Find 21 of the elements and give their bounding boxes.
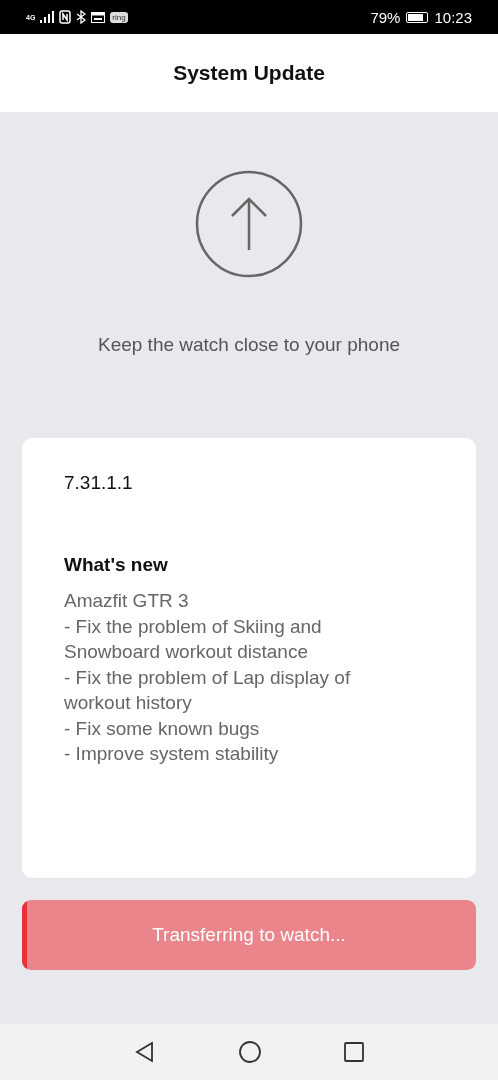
release-note: - Fix the problem of Lap display of workout history	[64, 665, 352, 715]
back-icon[interactable]	[134, 1041, 156, 1063]
release-note: - Fix some known bugs	[64, 716, 261, 741]
recents-icon[interactable]	[344, 1042, 364, 1062]
release-note: Amazfit GTR 3	[64, 589, 190, 613]
battery-percent: 79%	[370, 8, 401, 26]
section-heading: What's new	[64, 554, 169, 576]
nfc-icon	[59, 10, 72, 24]
app-badge: ring	[110, 11, 128, 23]
version-number: 7.31.1.1	[64, 472, 134, 494]
release-note: - Improve system stability	[64, 742, 280, 766]
release-note: - Fix the problem of Skiing and Snowboard workout distance	[64, 614, 323, 664]
home-icon[interactable]	[238, 1040, 262, 1064]
page-title: System Update	[173, 61, 325, 85]
clock: 10:23	[434, 8, 472, 26]
hint-text: Keep the watch close to your phone	[97, 334, 401, 356]
battery-icon	[406, 11, 429, 23]
window-icon	[91, 11, 106, 23]
progress-label: Transferring to watch...	[152, 924, 346, 946]
bluetooth-icon	[76, 10, 87, 24]
signal-icon	[40, 11, 55, 23]
